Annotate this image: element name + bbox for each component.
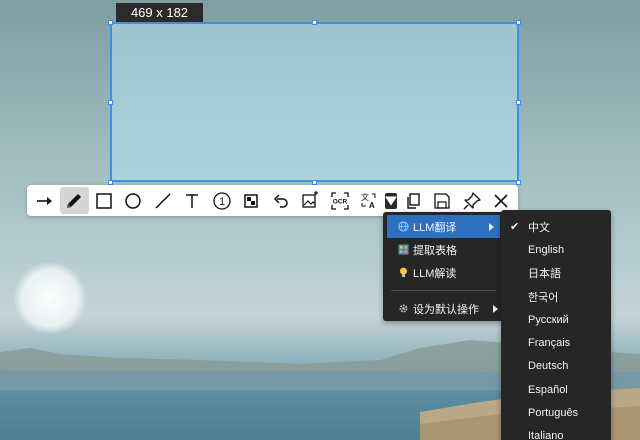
- translate-tool[interactable]: 文A: [355, 187, 385, 214]
- text-tool[interactable]: [178, 187, 208, 214]
- menu-item-label: LLM解读: [413, 267, 457, 280]
- translate-icon: 文A: [361, 192, 376, 210]
- menu-item-llm-interpret[interactable]: LLM解读: [383, 261, 504, 284]
- lightbulb-icon: [397, 267, 409, 279]
- language-item-russian[interactable]: Русский: [501, 308, 611, 331]
- resize-handle-right[interactable]: [516, 100, 521, 105]
- language-label: Español: [528, 383, 568, 396]
- menu-item-extract-table[interactable]: 提取表格: [383, 238, 504, 261]
- selection-size-label: 469 x 182: [116, 3, 203, 22]
- language-label: 日本語: [528, 268, 561, 281]
- pin-icon: [463, 191, 481, 209]
- globe-icon: [397, 221, 409, 233]
- numbered-circle-icon: 1: [213, 191, 231, 210]
- menu-divider: [391, 290, 496, 291]
- sun-glow: [14, 262, 86, 334]
- copy-tool[interactable]: [398, 187, 428, 214]
- language-label: English: [528, 243, 565, 256]
- ocr-tool[interactable]: OCR: [325, 187, 355, 214]
- svg-text:OCR: OCR: [333, 198, 348, 205]
- language-label: Italiano: [528, 430, 564, 440]
- number-tool[interactable]: 1: [207, 187, 237, 214]
- resize-handle-bottom-right[interactable]: [516, 180, 521, 185]
- image-edit-icon: [302, 190, 319, 208]
- resize-handle-top-right[interactable]: [516, 20, 521, 25]
- language-label: Русский: [528, 313, 569, 326]
- mosaic-icon: [244, 193, 258, 208]
- language-item-portuguese[interactable]: Português: [501, 401, 611, 424]
- menu-item-label: 设为默认操作: [413, 303, 479, 316]
- capture-selection[interactable]: [110, 22, 519, 182]
- undo-icon: [273, 193, 288, 208]
- language-item-korean[interactable]: 한국어: [501, 285, 611, 308]
- checkmark-icon: ✔: [510, 221, 520, 233]
- ellipse-tool[interactable]: [119, 187, 149, 214]
- close-icon: [494, 193, 508, 208]
- submenu-arrow-icon: [493, 305, 498, 313]
- translate-dropdown[interactable]: [384, 187, 398, 214]
- image-tool[interactable]: [296, 187, 326, 214]
- svg-text:1: 1: [219, 196, 225, 208]
- save-tool[interactable]: [428, 187, 458, 214]
- language-label: 한국어: [528, 291, 559, 304]
- language-item-english[interactable]: English: [501, 238, 611, 261]
- menu-item-set-default[interactable]: 设为默认操作: [383, 297, 504, 320]
- language-item-french[interactable]: Français: [501, 331, 611, 354]
- language-item-spanish[interactable]: Español: [501, 378, 611, 401]
- language-label: Português: [528, 407, 579, 420]
- arrow-right-icon: [36, 196, 52, 205]
- table-icon: [397, 244, 409, 256]
- language-label: Deutsch: [528, 360, 569, 373]
- language-item-chinese[interactable]: ✔ 中文: [501, 215, 611, 238]
- resize-handle-left[interactable]: [108, 100, 113, 105]
- rectangle-icon: [96, 192, 112, 209]
- arrow-tool[interactable]: [30, 187, 60, 214]
- circle-icon: [125, 192, 141, 209]
- language-item-german[interactable]: Deutsch: [501, 355, 611, 378]
- pencil-icon: [67, 193, 82, 208]
- svg-text:A: A: [369, 201, 375, 210]
- pen-tool[interactable]: [59, 187, 89, 214]
- language-submenu: ✔ 中文 English 日本語 한국어 Русский Français De…: [501, 210, 611, 440]
- language-label: 中文: [528, 221, 550, 234]
- undo-tool[interactable]: [266, 187, 296, 214]
- gear-icon: [397, 303, 409, 315]
- svg-text:文: 文: [361, 192, 369, 202]
- line-icon: [155, 192, 171, 209]
- pin-tool[interactable]: [457, 187, 487, 214]
- save-icon: [434, 192, 450, 209]
- copy-icon: [407, 192, 420, 209]
- language-item-italian[interactable]: Italiano: [501, 425, 611, 440]
- ocr-icon: OCR: [331, 191, 349, 210]
- caret-down-icon: [385, 192, 397, 209]
- text-icon: [186, 193, 199, 208]
- menu-item-label: LLM翻译: [413, 221, 457, 234]
- llm-dropdown-menu: LLM翻译 提取表格 LLM解读 设为默认操作: [383, 212, 504, 321]
- language-item-japanese[interactable]: 日本語: [501, 262, 611, 285]
- resize-handle-top-left[interactable]: [108, 20, 113, 25]
- menu-item-label: 提取表格: [413, 244, 457, 257]
- language-label: Français: [528, 337, 571, 350]
- menu-item-llm-translate[interactable]: LLM翻译: [387, 215, 500, 238]
- mosaic-tool[interactable]: [237, 187, 267, 214]
- rectangle-tool[interactable]: [89, 187, 119, 214]
- submenu-arrow-icon: [489, 223, 494, 231]
- resize-handle-top[interactable]: [312, 20, 317, 25]
- line-tool[interactable]: [148, 187, 178, 214]
